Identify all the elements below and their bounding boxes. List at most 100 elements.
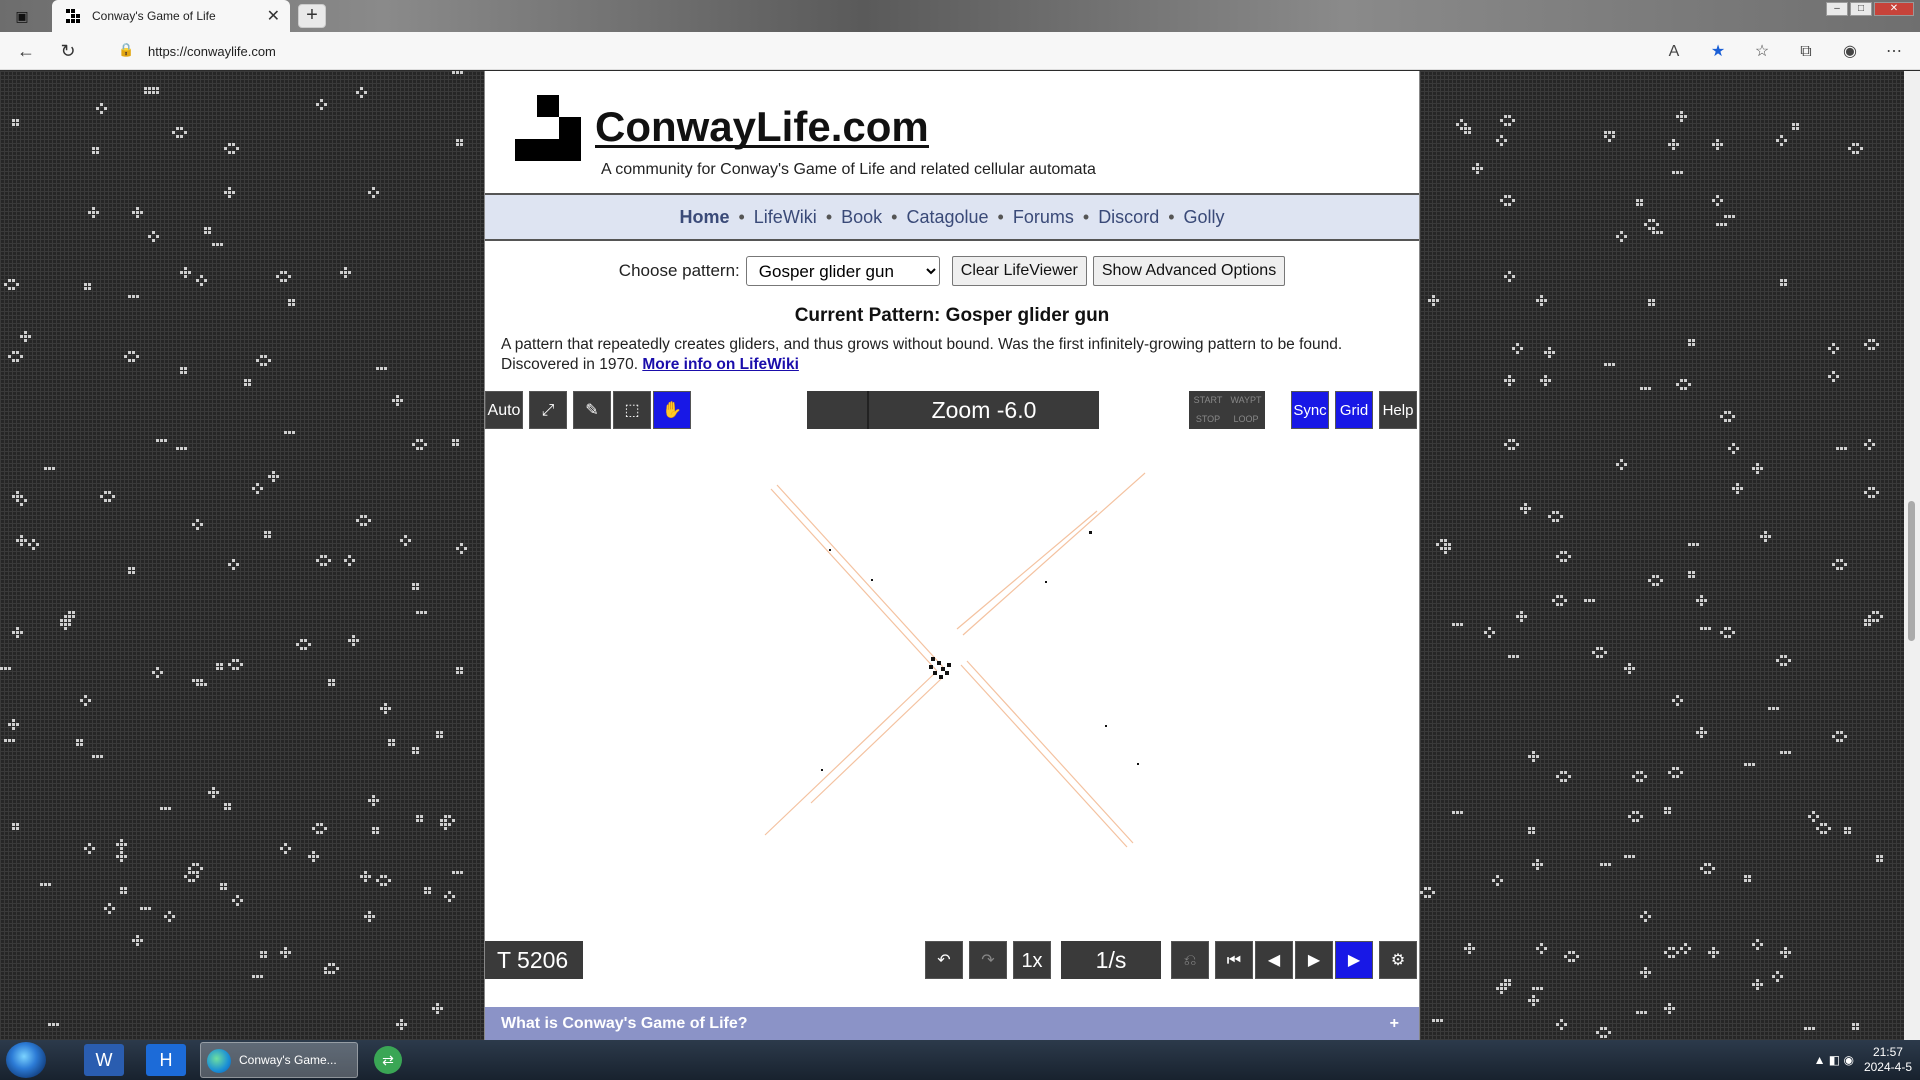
window-close-button[interactable]: ✕ [1874,2,1914,16]
step-size-button[interactable]: 1x [1013,941,1051,979]
life-cell [1644,975,1647,978]
zoom-slider[interactable] [807,391,869,429]
start-button[interactable] [6,1042,46,1078]
life-cell [372,795,375,798]
zoom-control[interactable]: Zoom -6.0 [807,391,1099,429]
nav-catagolue[interactable]: Catagolue [906,207,988,228]
lifewiki-link[interactable]: More info on LifeWiki [642,356,799,373]
pan-hand-icon[interactable]: ✋ [653,391,691,429]
nav-lifewiki[interactable]: LifeWiki [754,207,817,228]
clear-lifeviewer-button[interactable]: Clear LifeViewer [951,256,1087,286]
life-cell [444,815,447,818]
life-cell [364,515,367,518]
more-menu-icon[interactable]: ⋯ [1882,40,1906,64]
undo-icon[interactable]: ↶ [925,941,963,979]
life-cell [1548,351,1551,354]
tab-actions-icon[interactable]: ▣ [12,6,32,26]
life-cell [272,471,275,474]
life-cell [288,951,291,954]
speed-control[interactable]: 1/s [1061,941,1161,979]
profile-icon[interactable]: ◉ [1838,40,1862,64]
life-cell [1876,855,1879,858]
life-cell [284,951,287,954]
life-cell [196,875,199,878]
lock-icon[interactable]: 🔒 [118,42,134,58]
new-tab-button[interactable]: + [298,4,326,28]
life-cell [1752,763,1755,766]
refresh-icon[interactable]: ↻ [56,40,80,64]
word-app-icon[interactable]: W [84,1044,124,1076]
nav-golly[interactable]: Golly [1184,207,1225,228]
taskbar-edge-window[interactable]: Conway's Game... [200,1042,358,1078]
tray-icons[interactable]: ▲ ◧ ◉ [1814,1053,1854,1067]
help-button[interactable]: Help [1379,391,1417,429]
rewind-start-icon[interactable]: ⏮ [1215,941,1253,979]
step-forward-icon[interactable]: ▶ [1295,941,1333,979]
favorite-star-icon[interactable]: ★ [1706,40,1730,64]
page-scrollbar[interactable] [1904,71,1920,1041]
nav-home[interactable]: Home [679,207,729,228]
life-cell [1784,955,1787,958]
collections-icon[interactable]: ⧉ [1794,40,1818,64]
grid-button[interactable]: Grid [1335,391,1373,429]
address-bar[interactable]: 🔒 https://conwaylife.com [108,37,1668,65]
life-cell [96,151,99,154]
reset-icon[interactable]: ⎌ [1171,941,1209,979]
faq-accordion-header[interactable]: What is Conway's Game of Life? + [485,1007,1419,1041]
settings-gear-icon[interactable]: ⚙ [1379,941,1417,979]
life-cell [260,975,263,978]
step-back-icon[interactable]: ◀ [1255,941,1293,979]
tab-close-icon[interactable]: ✕ [267,6,280,26]
nav-book[interactable]: Book [841,207,882,228]
lifeviewer-canvas[interactable] [485,435,1419,905]
nav-forums[interactable]: Forums [1013,207,1074,228]
site-logo-icon[interactable] [515,95,581,161]
life-cell [1840,739,1843,742]
life-cell [1868,487,1871,490]
auto-fit-button[interactable]: Auto [485,391,523,429]
life-cell [96,107,99,110]
sync-button[interactable]: Sync [1291,391,1329,429]
stop-waypoint-button[interactable]: STOP [1189,410,1227,429]
life-cell [1468,131,1471,134]
life-cell [1536,987,1539,990]
life-cell [212,243,215,246]
pattern-select[interactable]: Gosper glider gun [745,256,940,286]
life-cell [412,587,415,590]
app-h-icon[interactable]: H [146,1044,186,1076]
minimize-button[interactable]: – [1826,2,1848,16]
redo-icon[interactable]: ↷ [969,941,1007,979]
maximize-button[interactable]: □ [1850,2,1872,16]
back-icon[interactable]: ← [14,40,38,64]
sync-app-icon[interactable]: ⇄ [374,1046,402,1074]
nav-discord[interactable]: Discord [1098,207,1159,228]
browser-tab[interactable]: Conway's Game of Life ✕ [52,0,290,32]
site-title[interactable]: ConwayLife.com [595,103,929,151]
waypoint-button[interactable]: WAYPT [1227,391,1265,410]
life-cell [76,743,79,746]
system-clock[interactable]: 21:57 2024-4-5 [1864,1045,1912,1075]
life-cell [184,447,187,450]
expand-plus-icon[interactable]: + [1390,1007,1399,1041]
start-waypoint-button[interactable]: START [1189,391,1227,410]
show-advanced-options-button[interactable]: Show Advanced Options [1092,256,1286,286]
life-cell [1508,279,1511,282]
life-cell [96,211,99,214]
url-text[interactable]: https://conwaylife.com [148,44,276,59]
read-aloud-icon[interactable]: A [1662,40,1686,64]
background-life-pattern-right [1420,111,1883,1038]
life-cell [328,683,331,686]
life-cell [16,119,19,122]
scrollbar-thumb[interactable] [1908,501,1915,641]
life-cell [60,619,63,622]
draw-pencil-icon[interactable]: ✎ [573,391,611,429]
loop-waypoint-button[interactable]: LOOP [1227,410,1265,429]
life-cell [12,723,15,726]
fit-icon[interactable]: ⤢ [529,391,567,429]
favorites-icon[interactable]: ☆ [1750,40,1774,64]
life-cell [1544,375,1547,378]
play-icon[interactable]: ▶ [1335,941,1373,979]
edge-browser-icon [207,1049,231,1073]
life-cell [1508,983,1511,986]
select-icon[interactable]: ⬚ [613,391,651,429]
